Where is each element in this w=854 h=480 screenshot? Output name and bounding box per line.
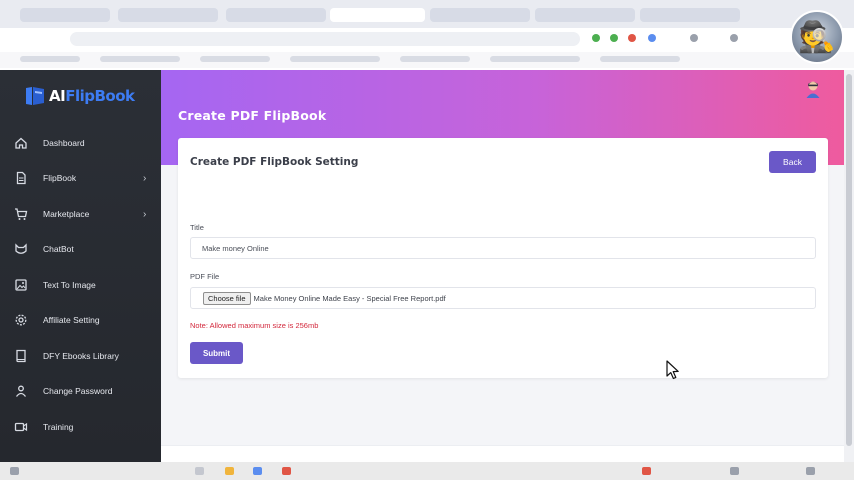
taskbar-app-icon[interactable] xyxy=(225,467,234,475)
sidebar-item-label: Affiliate Setting xyxy=(43,315,100,325)
sidebar-item-marketplace[interactable]: Marketplace › xyxy=(0,199,161,229)
chevron-right-icon: › xyxy=(143,208,147,220)
extension-icon[interactable] xyxy=(730,34,738,42)
sidebar-item-training[interactable]: Training xyxy=(0,412,161,442)
cart-icon xyxy=(15,208,28,220)
document-icon xyxy=(16,171,26,185)
taskbar-app-icon[interactable] xyxy=(253,467,262,475)
extension-icon[interactable] xyxy=(690,34,698,42)
bookmark-item[interactable] xyxy=(600,56,680,62)
sidebar-item-label: ChatBot xyxy=(43,244,74,254)
extension-icon[interactable] xyxy=(628,34,636,42)
browser-chrome: 🕵 xyxy=(0,0,854,70)
taskbar-tray-icon[interactable] xyxy=(642,467,651,475)
extension-icon[interactable] xyxy=(648,34,656,42)
taskbar-tray-icon[interactable] xyxy=(806,467,815,475)
mouse-cursor-icon xyxy=(666,360,679,380)
taskbar-app-icon[interactable] xyxy=(282,467,291,475)
chevron-right-icon: › xyxy=(143,172,147,184)
title-label: Title xyxy=(190,223,204,232)
page-title: Create PDF FlipBook xyxy=(178,108,327,123)
sidebar-item-text-to-image[interactable]: Text To Image xyxy=(0,270,161,300)
submit-button[interactable]: Submit xyxy=(190,342,243,364)
browser-tab[interactable] xyxy=(226,8,326,22)
image-icon xyxy=(15,279,27,291)
sidebar-item-label: FlipBook xyxy=(43,173,77,183)
start-icon[interactable] xyxy=(10,467,19,475)
browser-tab[interactable] xyxy=(430,8,530,22)
user-avatar-icon[interactable] xyxy=(805,80,821,98)
sidebar-item-label: Training xyxy=(43,422,74,432)
file-size-note: Note: Allowed maximum size is 256mb xyxy=(190,321,319,330)
logo-text: AIFlipBook xyxy=(49,87,135,105)
taskbar-tray-icon[interactable] xyxy=(730,467,739,475)
pdf-file-label: PDF File xyxy=(190,272,220,281)
user-icon xyxy=(15,385,27,397)
title-input[interactable]: Make money Online xyxy=(190,237,816,259)
back-button[interactable]: Back xyxy=(769,151,816,173)
card-title: Create PDF FlipBook Setting xyxy=(190,156,359,168)
sidebar-item-dfy-ebooks-library[interactable]: DFY Ebooks Library xyxy=(0,341,161,371)
browser-tab[interactable] xyxy=(118,8,218,22)
browser-tab[interactable] xyxy=(535,8,635,22)
sidebar-item-label: Marketplace xyxy=(43,209,90,219)
video-icon xyxy=(14,422,28,432)
book-icon xyxy=(16,349,26,363)
logo-mark-icon xyxy=(26,87,44,105)
selected-file-name: Make Money Online Made Easy - Special Fr… xyxy=(253,293,446,303)
bookmark-item[interactable] xyxy=(200,56,270,62)
browser-tab-active[interactable] xyxy=(330,8,425,22)
logo-text-suffix: FlipBook xyxy=(65,87,135,105)
sidebar-item-dashboard[interactable]: Dashboard xyxy=(0,128,161,158)
sidebar-item-chatbot[interactable]: ChatBot xyxy=(0,234,161,264)
bookmark-item[interactable] xyxy=(20,56,80,62)
app-logo[interactable]: AIFlipBook xyxy=(24,86,135,106)
bookmark-item[interactable] xyxy=(100,56,180,62)
sidebar-item-affiliate-setting[interactable]: Affiliate Setting xyxy=(0,305,161,335)
address-bar[interactable] xyxy=(70,32,580,46)
browser-tab[interactable] xyxy=(640,8,740,22)
sidebar: AIFlipBook Dashboard FlipBook › Marketpl… xyxy=(0,70,161,462)
sidebar-item-flipbook[interactable]: FlipBook › xyxy=(0,163,161,193)
extension-icon[interactable] xyxy=(610,34,618,42)
browser-tab[interactable] xyxy=(20,8,110,22)
os-taskbar xyxy=(0,462,854,480)
page-footer xyxy=(161,445,844,462)
bookmark-item[interactable] xyxy=(290,56,380,62)
sidebar-item-label: Text To Image xyxy=(43,280,96,290)
bookmark-item[interactable] xyxy=(490,56,580,62)
bookmark-item[interactable] xyxy=(400,56,470,62)
scrollbar-thumb[interactable] xyxy=(846,74,852,446)
sidebar-item-change-password[interactable]: Change Password xyxy=(0,376,161,406)
logo-text-prefix: AI xyxy=(49,87,66,105)
sidebar-item-label: DFY Ebooks Library xyxy=(43,351,119,361)
sidebar-item-label: Dashboard xyxy=(43,138,85,148)
cat-bot-icon xyxy=(15,243,27,254)
gear-icon xyxy=(15,314,27,326)
presenter-avatar: 🕵 xyxy=(790,10,844,64)
sidebar-item-label: Change Password xyxy=(43,386,113,396)
extension-icon[interactable] xyxy=(592,34,600,42)
choose-file-button[interactable]: Choose file xyxy=(203,291,251,305)
home-icon xyxy=(15,137,27,149)
pdf-file-input[interactable]: Choose file Make Money Online Made Easy … xyxy=(190,287,816,309)
taskbar-app-icon[interactable] xyxy=(195,467,204,475)
